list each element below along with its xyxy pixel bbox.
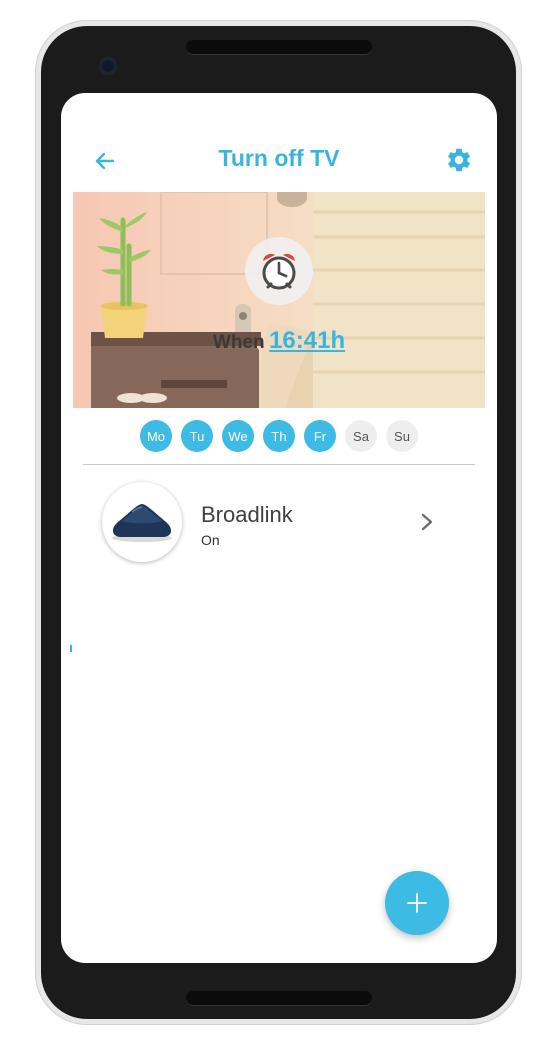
phone-speaker-top xyxy=(186,40,372,54)
device-row-broadlink[interactable]: Broadlink On xyxy=(81,478,477,568)
day-toggle-th[interactable]: Th xyxy=(263,420,295,452)
phone-camera xyxy=(99,57,117,75)
section-divider xyxy=(83,464,475,465)
day-toggle-tu[interactable]: Tu xyxy=(181,420,213,452)
day-toggle-we[interactable]: We xyxy=(222,420,254,452)
schedule-hero: When 16:41h xyxy=(73,192,485,408)
plus-icon xyxy=(407,893,427,913)
when-label: When xyxy=(212,332,265,353)
device-status: On xyxy=(201,532,220,548)
back-button[interactable] xyxy=(91,147,119,175)
device-name: Broadlink xyxy=(201,502,293,527)
gear-icon xyxy=(448,148,470,172)
page-title: Turn off TV xyxy=(218,145,340,171)
day-toggle-su[interactable]: Su xyxy=(386,420,418,452)
alarm-badge xyxy=(245,237,313,305)
broadlink-device-icon xyxy=(112,504,172,542)
scroll-indicator xyxy=(70,645,72,652)
day-toggle-mo[interactable]: Mo xyxy=(140,420,172,452)
add-button[interactable] xyxy=(385,871,449,935)
schedule-time-row: When 16:41h xyxy=(73,327,485,355)
device-avatar xyxy=(102,482,182,562)
day-toggle-sa[interactable]: Sa xyxy=(345,420,377,452)
settings-button[interactable] xyxy=(444,145,474,175)
schedule-time-link[interactable]: 16:41h xyxy=(269,327,345,354)
arrow-left-icon xyxy=(95,152,115,170)
phone-speaker-bottom xyxy=(186,991,372,1005)
weekday-selector: Mo Tu We Th Fr Sa Su xyxy=(61,420,497,452)
day-toggle-fr[interactable]: Fr xyxy=(304,420,336,452)
app-screen: Turn off TV When 16:41h Mo Tu We Th Fr S… xyxy=(61,93,497,963)
alarm-clock-icon xyxy=(262,253,296,290)
chevron-right-icon xyxy=(421,513,433,531)
